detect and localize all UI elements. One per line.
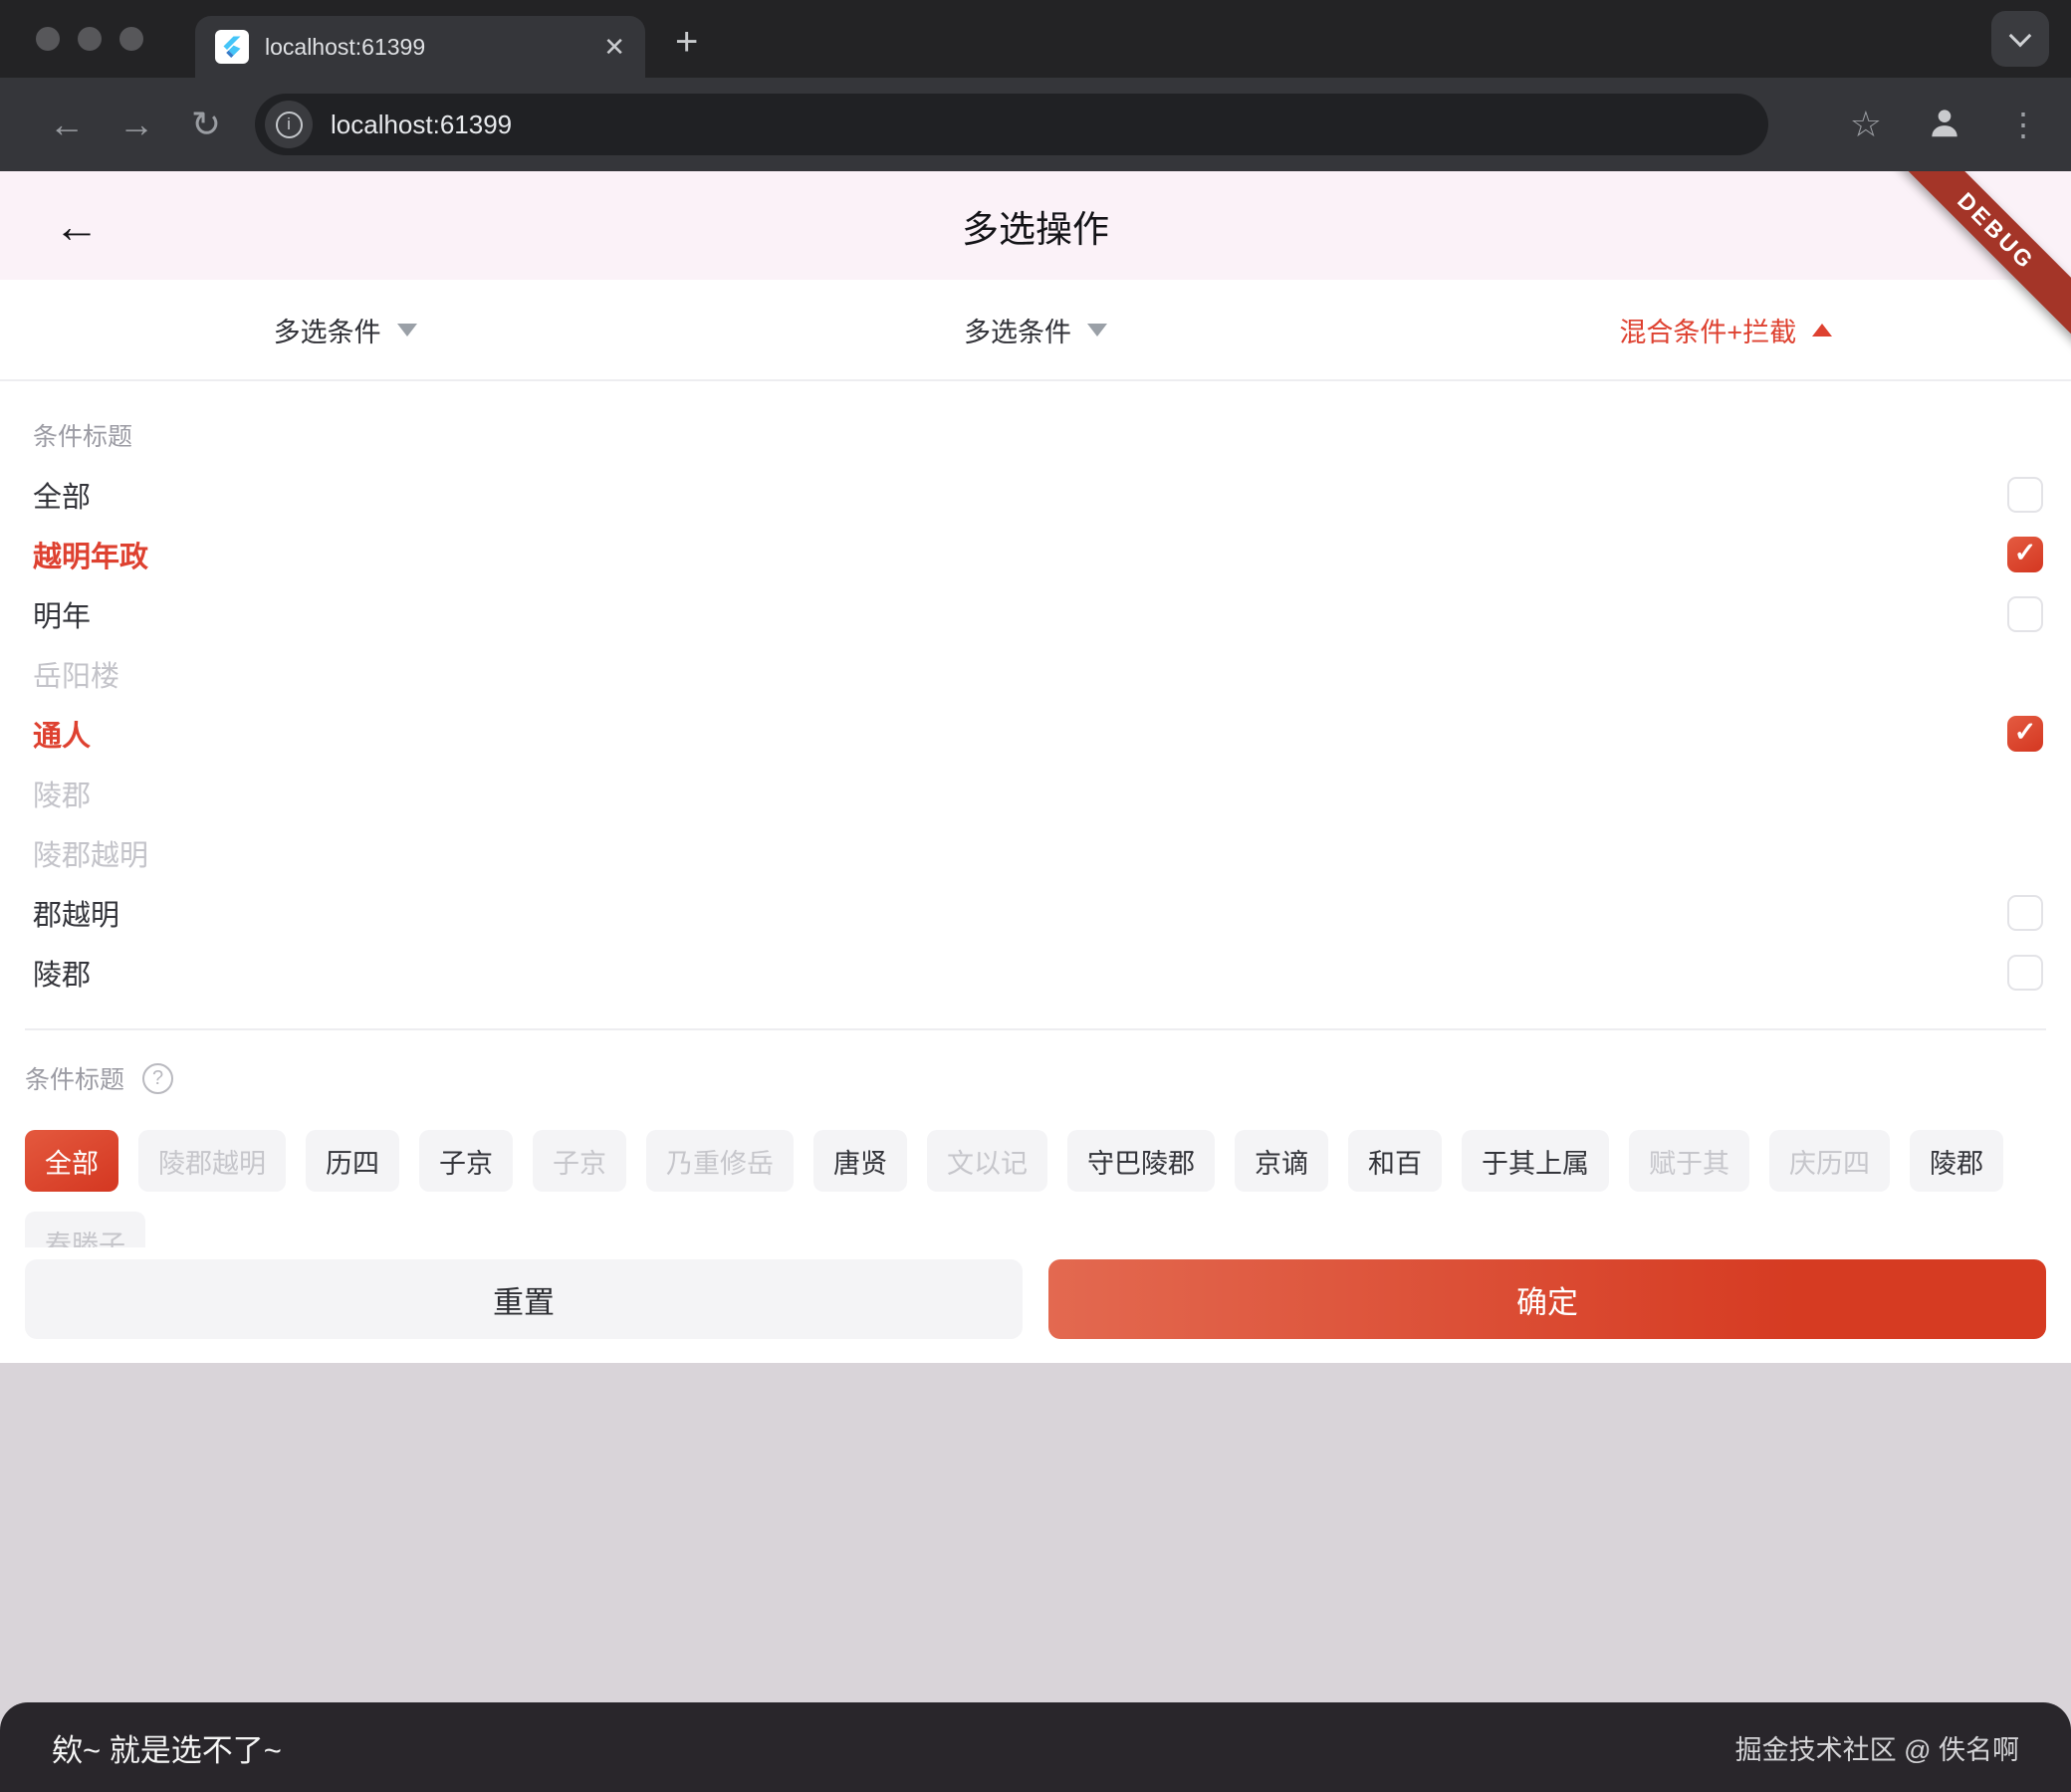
browser-chrome: localhost:61399 ✕ + ← → ↻ i localhost:61… — [0, 0, 2071, 171]
footer-message: 欸~ 就是选不了~ — [52, 1725, 282, 1770]
list-section-label: 条件标题 — [33, 417, 2043, 453]
confirm-button[interactable]: 确定 — [1048, 1259, 2046, 1339]
condition-list-section: 条件标题 全部 越明年政 明年 岳阳楼 — [0, 417, 2071, 1003]
address-bar[interactable]: i localhost:61399 — [255, 94, 1768, 155]
site-info-button[interactable]: i — [265, 101, 313, 148]
tag-chip[interactable]: 子京 — [533, 1130, 626, 1192]
flutter-favicon-icon — [215, 30, 249, 64]
chevron-down-icon — [397, 324, 417, 336]
tag-chip[interactable]: 赋于其 — [1629, 1130, 1749, 1192]
list-item[interactable]: 明年 — [33, 584, 2043, 644]
filter-dropdown-3-label: 混合条件+拦截 — [1619, 311, 1796, 349]
condition-list: 全部 越明年政 明年 岳阳楼 通 — [33, 465, 2043, 1003]
chevron-down-icon — [1087, 324, 1107, 336]
list-item[interactable]: 郡越明 — [33, 883, 2043, 943]
filter-dropdown-1-label: 多选条件 — [274, 311, 381, 349]
new-tab-button[interactable]: + — [675, 20, 698, 65]
tag-chip[interactable]: 陵郡越明 — [138, 1130, 286, 1192]
tag-chip[interactable]: 全部 — [25, 1130, 118, 1192]
checkbox[interactable] — [2007, 477, 2043, 513]
browser-menu-icon[interactable]: ⋮ — [2007, 106, 2039, 143]
tag-chip[interactable]: 于其上属 — [1462, 1130, 1609, 1192]
bookmark-star-icon[interactable]: ☆ — [1850, 104, 1882, 145]
list-item[interactable]: 陵郡越明 — [33, 823, 2043, 883]
checkbox[interactable] — [2007, 955, 2043, 991]
tag-chip[interactable]: 京谪 — [1235, 1130, 1328, 1192]
browser-toolbar: ← → ↻ i localhost:61399 ☆ ⋮ — [0, 78, 2071, 171]
list-item-label: 越明年政 — [33, 534, 148, 575]
list-item[interactable]: 越明年政 — [33, 525, 2043, 584]
list-item-label: 郡越明 — [33, 892, 119, 934]
tag-chip[interactable]: 唐贤 — [813, 1130, 907, 1192]
app-header: ← 多选操作 — [0, 171, 2071, 280]
filter-dropdown-1[interactable]: 多选条件 — [0, 280, 690, 379]
window-minimize-button[interactable] — [78, 27, 102, 51]
filter-dropdown-2-label: 多选条件 — [964, 311, 1071, 349]
app-content: DEBUG ← 多选操作 多选条件 多选条件 混合条件+拦截 条件标题 全部 — [0, 171, 2071, 1363]
list-item-label: 陵郡 — [33, 773, 91, 814]
tag-section-label: 条件标题 — [25, 1060, 124, 1096]
footer-attribution: 掘金技术社区 @ 佚名啊 — [1735, 1728, 2019, 1767]
filter-dropdown-2[interactable]: 多选条件 — [690, 280, 1380, 379]
section-divider — [25, 1028, 2046, 1030]
checkbox[interactable] — [2007, 596, 2043, 632]
tag-chip[interactable]: 陵郡 — [1910, 1130, 2003, 1192]
profile-avatar-icon[interactable] — [1926, 104, 1963, 146]
chevron-up-icon — [1812, 324, 1832, 336]
back-button[interactable]: ← — [32, 104, 102, 145]
list-item-label: 陵郡越明 — [33, 832, 148, 874]
url-text[interactable]: localhost:61399 — [331, 110, 512, 140]
help-icon[interactable]: ? — [142, 1063, 173, 1094]
filter-dropdown-3[interactable]: 混合条件+拦截 — [1381, 280, 2071, 379]
window-controls[interactable] — [0, 27, 143, 51]
list-item-label: 岳阳楼 — [33, 653, 119, 695]
tag-chip[interactable]: 历四 — [306, 1130, 399, 1192]
tag-chip[interactable]: 庆历四 — [1769, 1130, 1890, 1192]
tab-strip: localhost:61399 ✕ + — [0, 0, 2071, 78]
list-item-label: 通人 — [33, 713, 91, 755]
list-item[interactable]: 陵郡 — [33, 764, 2043, 823]
window-close-button[interactable] — [36, 27, 60, 51]
list-item-label: 明年 — [33, 593, 91, 635]
tab-close-icon[interactable]: ✕ — [603, 34, 625, 60]
tab-search-button[interactable] — [1991, 11, 2049, 67]
list-item[interactable]: 陵郡 — [33, 943, 2043, 1003]
filter-bar: 多选条件 多选条件 混合条件+拦截 — [0, 280, 2071, 381]
status-footer: 欸~ 就是选不了~ 掘金技术社区 @ 佚名啊 — [0, 1702, 2071, 1792]
list-item[interactable]: 通人 — [33, 704, 2043, 764]
list-item[interactable]: 全部 — [33, 465, 2043, 525]
tag-chip[interactable]: 子京 — [419, 1130, 513, 1192]
info-icon: i — [276, 112, 303, 138]
tag-chip[interactable]: 和百 — [1348, 1130, 1442, 1192]
tag-section: 条件标题 ? 全部 陵郡越明 历四 子京 子京 乃重修岳 唐贤 文以记 守巴陵郡 — [0, 1060, 2071, 1273]
action-bar: 重置 确定 — [0, 1247, 2071, 1363]
app-back-button[interactable]: ← — [54, 203, 100, 249]
checkbox[interactable] — [2007, 537, 2043, 572]
tab-title: localhost:61399 — [265, 34, 587, 61]
list-item-label: 全部 — [33, 474, 91, 516]
page-title: 多选操作 — [962, 199, 1109, 253]
toolbar-right: ☆ ⋮ — [1850, 104, 2039, 146]
tag-chip[interactable]: 守巴陵郡 — [1067, 1130, 1215, 1192]
reload-button[interactable]: ↻ — [171, 104, 241, 145]
forward-button[interactable]: → — [102, 104, 171, 145]
list-item[interactable]: 岳阳楼 — [33, 644, 2043, 704]
checkbox[interactable] — [2007, 716, 2043, 752]
tag-chip[interactable]: 乃重修岳 — [646, 1130, 794, 1192]
tag-chip[interactable]: 文以记 — [927, 1130, 1047, 1192]
reset-button[interactable]: 重置 — [25, 1259, 1023, 1339]
checkbox[interactable] — [2007, 895, 2043, 931]
browser-tab[interactable]: localhost:61399 ✕ — [195, 16, 645, 78]
chevron-down-icon — [2009, 25, 2032, 48]
window-zoom-button[interactable] — [119, 27, 143, 51]
list-item-label: 陵郡 — [33, 952, 91, 994]
